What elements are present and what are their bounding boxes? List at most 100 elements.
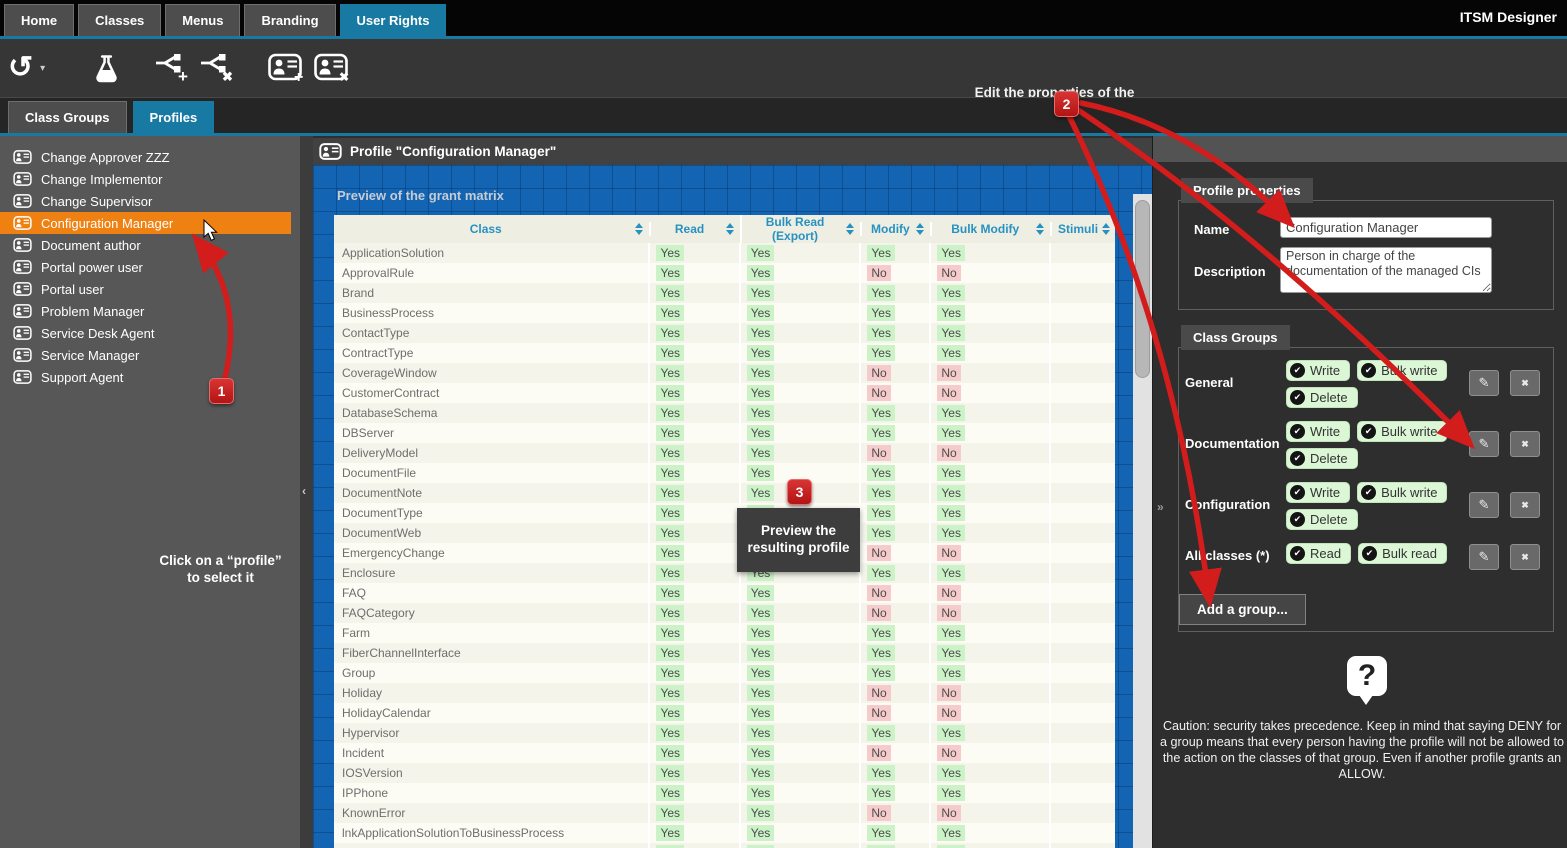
class-group-name: All classes (*) bbox=[1185, 543, 1286, 563]
grant-value-cell: Yes bbox=[860, 623, 930, 643]
grant-value-no: No bbox=[937, 745, 960, 761]
grant-value-yes: Yes bbox=[937, 765, 965, 781]
profile-remove-icon[interactable]: ✖ bbox=[314, 53, 352, 83]
grant-value-cell: Yes bbox=[860, 643, 930, 663]
column-header-read[interactable]: Read bbox=[649, 215, 739, 243]
class-name-cell: ContactType bbox=[334, 323, 649, 343]
class-name-cell: DocumentType bbox=[334, 503, 649, 523]
table-row: DeliveryModelYesYesNoNo bbox=[334, 443, 1115, 463]
subnav-tab-class-groups[interactable]: Class Groups bbox=[8, 101, 127, 133]
edit-group-button[interactable]: ✎ bbox=[1469, 544, 1499, 570]
column-header-bulk-modify[interactable]: Bulk Modify bbox=[930, 215, 1050, 243]
table-row: KnownErrorYesYesNoNo bbox=[334, 803, 1115, 823]
grant-value-yes: Yes bbox=[656, 765, 684, 781]
column-header-bulk-read-export[interactable]: Bulk Read (Export) bbox=[740, 215, 861, 243]
class-name-cell: Group bbox=[334, 663, 649, 683]
sidebar-item-portal-power-user[interactable]: Portal power user bbox=[0, 256, 300, 278]
sidebar-item-change-implementor[interactable]: Change Implementor bbox=[0, 168, 300, 190]
grant-value-yes: Yes bbox=[747, 825, 775, 841]
sidebar-item-problem-manager[interactable]: Problem Manager bbox=[0, 300, 300, 322]
grant-value-yes: Yes bbox=[937, 405, 965, 421]
nav-tab-menus[interactable]: Menus bbox=[165, 4, 240, 36]
profile-add-icon[interactable]: + bbox=[268, 53, 306, 83]
column-header-stimuli[interactable]: Stimuli bbox=[1050, 215, 1115, 243]
remove-group-button[interactable]: ✖ bbox=[1510, 431, 1540, 457]
nav-tab-classes[interactable]: Classes bbox=[78, 4, 161, 36]
profile-card-icon bbox=[13, 194, 32, 208]
sort-arrows-icon[interactable] bbox=[1102, 223, 1110, 235]
sidebar-item-service-manager[interactable]: Service Manager bbox=[0, 344, 300, 366]
grant-value-cell: Yes bbox=[649, 503, 739, 523]
grant-value-yes: Yes bbox=[747, 265, 775, 281]
flask-icon[interactable] bbox=[93, 53, 120, 84]
expand-panel-icon[interactable]: » bbox=[1157, 500, 1164, 514]
grant-value-cell: Yes bbox=[740, 303, 861, 323]
sidebar-item-document-author[interactable]: Document author bbox=[0, 234, 300, 256]
grant-value-yes: Yes bbox=[747, 685, 775, 701]
description-field[interactable] bbox=[1280, 247, 1492, 293]
sidebar-item-service-desk-agent[interactable]: Service Desk Agent bbox=[0, 322, 300, 344]
edit-group-button[interactable]: ✎ bbox=[1469, 492, 1499, 518]
grant-value-cell: Yes bbox=[649, 603, 739, 623]
grant-value-no: No bbox=[937, 445, 960, 461]
grant-value-cell: No bbox=[930, 443, 1050, 463]
sidebar-item-configuration-manager[interactable]: Configuration Manager bbox=[0, 212, 291, 234]
grant-value-yes: Yes bbox=[656, 605, 684, 621]
scrollbar-thumb[interactable] bbox=[1135, 200, 1150, 378]
grant-value-yes: Yes bbox=[747, 665, 775, 681]
class-name-cell: FAQ bbox=[334, 583, 649, 603]
grant-value-yes: Yes bbox=[656, 445, 684, 461]
class-name-cell: Holiday bbox=[334, 683, 649, 703]
nav-tab-home[interactable]: Home bbox=[4, 4, 74, 36]
grant-value-cell: Yes bbox=[860, 823, 930, 843]
grant-value-yes: Yes bbox=[656, 725, 684, 741]
sort-arrows-icon[interactable] bbox=[846, 223, 854, 235]
column-header-class[interactable]: Class bbox=[334, 215, 649, 243]
branch-add-icon[interactable]: + bbox=[154, 53, 191, 83]
sidebar-item-portal-user[interactable]: Portal user bbox=[0, 278, 300, 300]
class-name-cell: ApprovalRule bbox=[334, 263, 649, 283]
undo-dropdown-caret[interactable]: ▾ bbox=[40, 63, 45, 74]
nav-tab-user-rights[interactable]: User Rights bbox=[340, 4, 447, 36]
grant-value-cell: Yes bbox=[860, 303, 930, 323]
sub-nav-bar: Class GroupsProfiles bbox=[0, 97, 1567, 136]
grant-badge-label: Bulk write bbox=[1381, 424, 1437, 439]
grant-value-cell bbox=[1050, 263, 1115, 283]
grant-value-yes: Yes bbox=[937, 465, 965, 481]
nav-tab-branding[interactable]: Branding bbox=[244, 4, 335, 36]
edit-group-button[interactable]: ✎ bbox=[1469, 370, 1499, 396]
sidebar-item-change-supervisor[interactable]: Change Supervisor bbox=[0, 190, 300, 212]
vertical-scrollbar[interactable]: ▼ bbox=[1133, 194, 1152, 848]
undo-icon[interactable]: ↺▾ bbox=[0, 53, 45, 83]
sidebar-item-change-approver-zzz[interactable]: Change Approver ZZZ bbox=[0, 146, 300, 168]
step1-caption-line1: Click on a “profile” bbox=[128, 553, 313, 570]
grant-value-yes: Yes bbox=[656, 625, 684, 641]
grant-badge-label: Delete bbox=[1310, 451, 1348, 466]
edit-group-button[interactable]: ✎ bbox=[1469, 431, 1499, 457]
app-brand: ITSM Designer bbox=[1460, 9, 1557, 25]
name-field[interactable] bbox=[1280, 217, 1492, 238]
sort-arrows-icon[interactable] bbox=[1036, 223, 1044, 235]
remove-group-button[interactable]: ✖ bbox=[1510, 544, 1540, 570]
remove-group-button[interactable]: ✖ bbox=[1510, 492, 1540, 518]
remove-group-button[interactable]: ✖ bbox=[1510, 370, 1540, 396]
table-row: DocumentTypeYesYesYesYes bbox=[334, 503, 1115, 523]
grant-value-cell: Yes bbox=[649, 783, 739, 803]
sort-arrows-icon[interactable] bbox=[726, 223, 734, 235]
sidebar-item-label: Change Supervisor bbox=[41, 194, 152, 209]
add-group-button[interactable]: Add a group... bbox=[1179, 594, 1306, 625]
sort-arrows-icon[interactable] bbox=[916, 223, 924, 235]
grant-value-cell: Yes bbox=[649, 563, 739, 583]
sort-arrows-icon[interactable] bbox=[635, 223, 643, 235]
subnav-tab-profiles[interactable]: Profiles bbox=[133, 101, 215, 133]
grant-value-cell: Yes bbox=[649, 663, 739, 683]
column-header-modify[interactable]: Modify bbox=[860, 215, 930, 243]
collapse-sidebar-icon[interactable]: ‹ bbox=[302, 484, 306, 498]
grant-badge-bulk-write: ✔Bulk write bbox=[1357, 421, 1447, 442]
sidebar-item-support-agent[interactable]: Support Agent bbox=[0, 366, 300, 388]
branch-remove-icon[interactable]: ✖ bbox=[199, 53, 236, 83]
sidebar-splitter[interactable]: ‹ bbox=[300, 136, 313, 848]
grant-value-yes: Yes bbox=[747, 385, 775, 401]
step2-badge: 2 bbox=[1054, 91, 1079, 117]
grant-badge-bulk-write: ✔Bulk write bbox=[1357, 482, 1447, 503]
